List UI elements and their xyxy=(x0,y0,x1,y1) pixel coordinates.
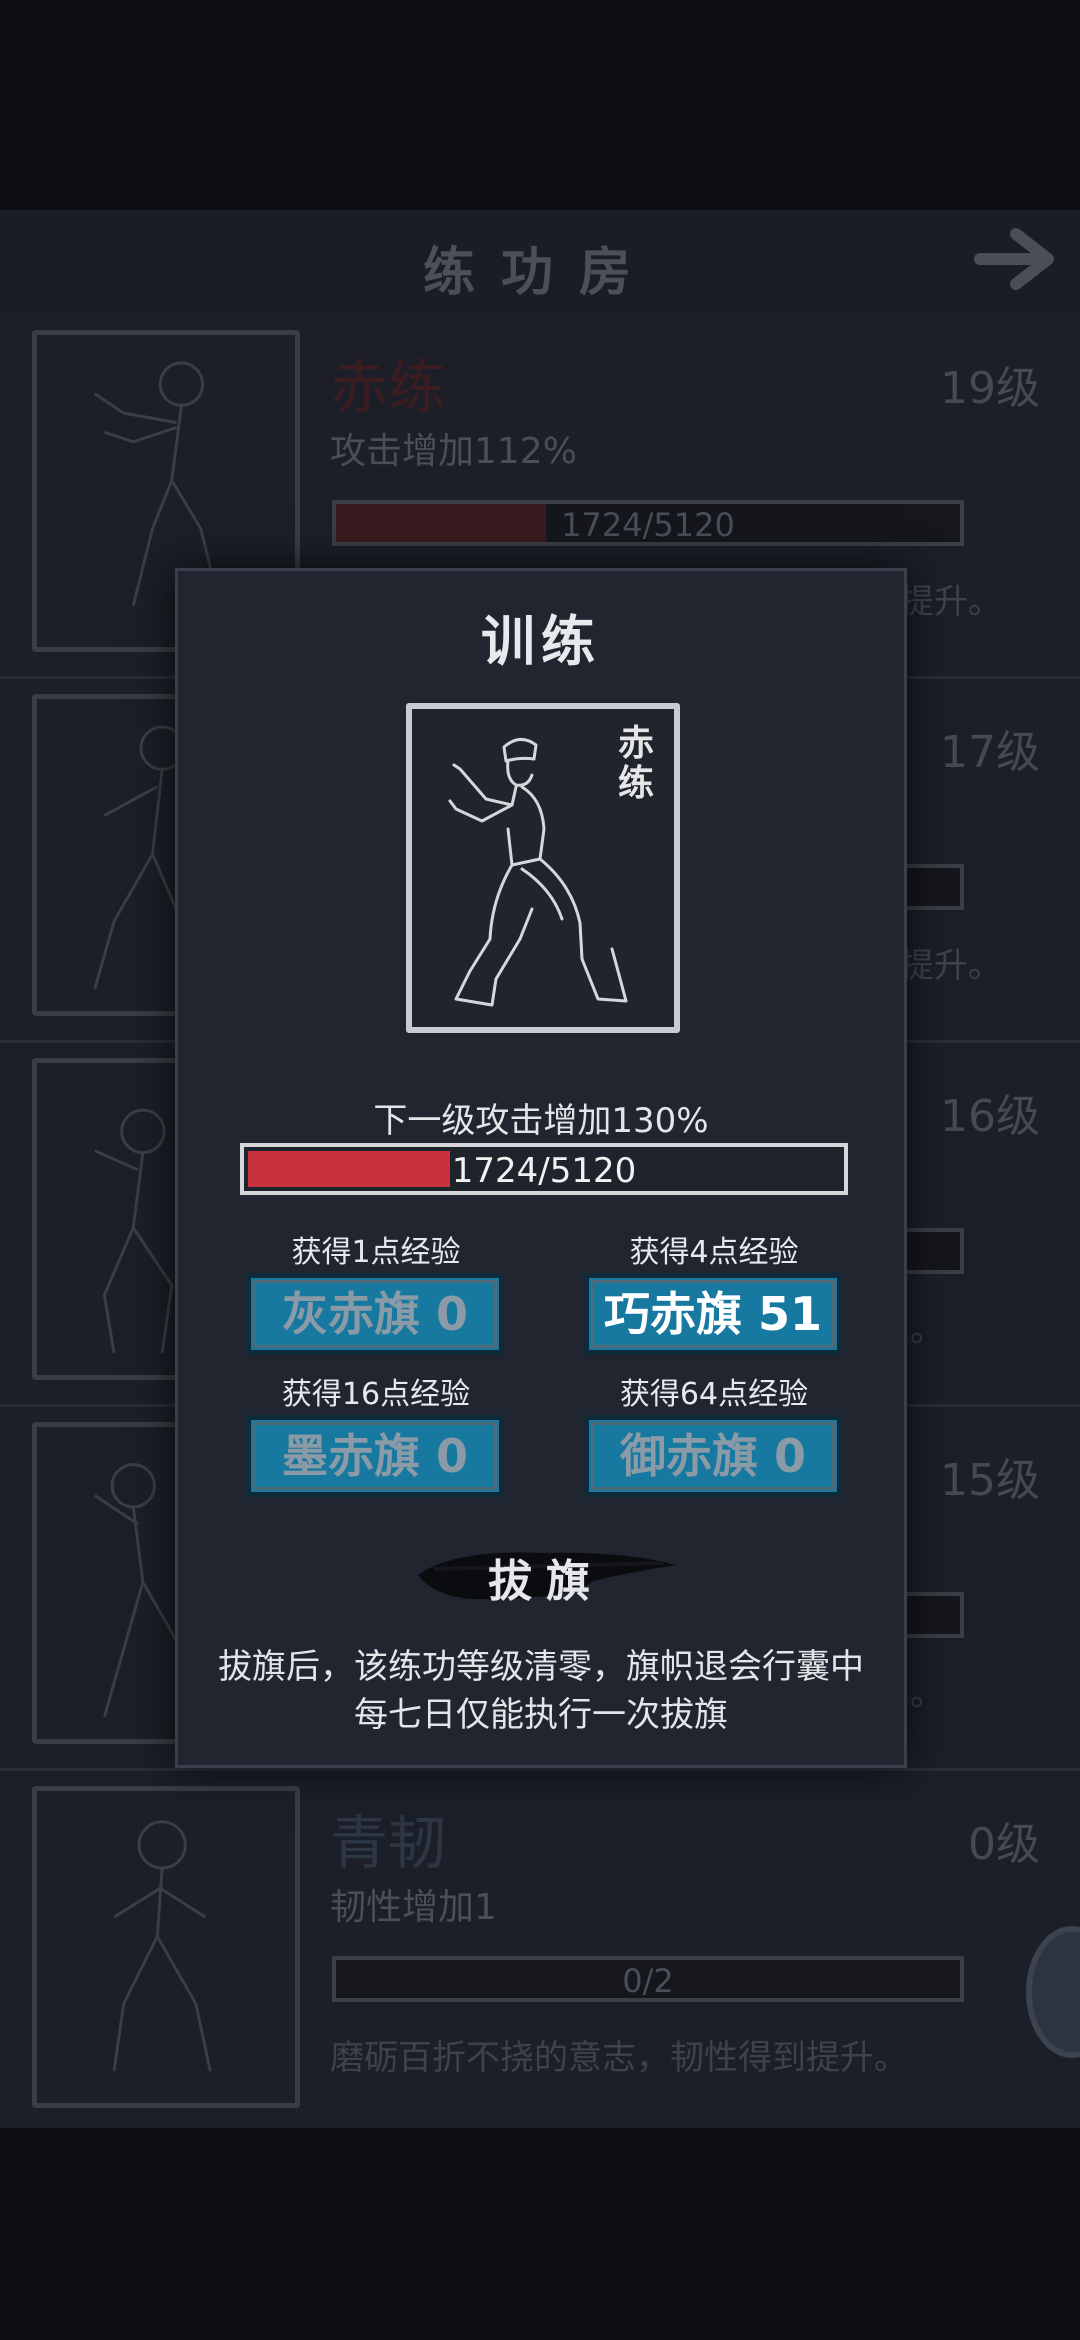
skill-item[interactable]: 青韧 0级 韧性增加1 0/2 磨砺百折不挠的意志，韧性得到提升。 xyxy=(0,1768,1080,2132)
skill-desc: 磨砺百折不挠的意志，韧性得到提升。 xyxy=(330,2038,908,2078)
experience-bar: 1724/5120 xyxy=(240,1143,848,1195)
pull-flag-note: 每七日仅能执行一次拔旗 xyxy=(354,1695,728,1735)
top-bar: 练功房 xyxy=(0,210,1080,312)
skill-progress-bar: 1724/5120 xyxy=(332,500,964,546)
experience-text: 1724/5120 xyxy=(451,1151,637,1191)
skill-progress-text: 0/2 xyxy=(622,1962,674,2000)
pull-flag-button[interactable]: 拔旗 xyxy=(414,1535,678,1611)
skill-level: 19级 xyxy=(940,363,1040,414)
flag-exp-label: 获得16点经验 xyxy=(281,1377,471,1412)
skill-effect: 攻击增加112% xyxy=(330,431,577,472)
skill-flag-button[interactable]: 巧赤旗 51 xyxy=(584,1273,842,1355)
flag-exp-label: 获得64点经验 xyxy=(619,1377,809,1412)
pull-flag-note: 拔旗后，该练功等级清零，旗帜退会行囊中 xyxy=(218,1647,864,1687)
page-title: 练功房 xyxy=(422,242,657,303)
skill-desc: 。 xyxy=(910,1674,944,1714)
training-dialog: 训练 赤练 下一级攻击增加130% 1724/5120 获得1点经验 获得4点经… xyxy=(175,568,907,1768)
skill-desc: 提升。 xyxy=(900,582,1002,622)
arrow-right-icon[interactable] xyxy=(974,224,1060,294)
skill-level: 15级 xyxy=(940,1455,1040,1506)
skill-card-name: 赤练 xyxy=(617,722,654,804)
skill-desc: 。 xyxy=(910,1310,944,1350)
skill-effect: 韧性增加1 xyxy=(330,1887,497,1928)
skill-name: 赤练 xyxy=(330,353,447,421)
skill-desc: 提升。 xyxy=(900,946,1002,986)
pull-flag-notes: 拔旗后，该练功等级清零，旗帜退会行囊中 每七日仅能执行一次拔旗 xyxy=(178,1643,904,1739)
dialog-title: 训练 xyxy=(481,609,601,673)
next-level-bonus: 下一级攻击增加130% xyxy=(373,1101,709,1141)
skill-progress-bar: 0/2 xyxy=(332,1956,964,2002)
skill-progress-text: 1724/5120 xyxy=(561,506,735,544)
skill-level: 16级 xyxy=(940,1091,1040,1142)
skill-card: 赤练 xyxy=(406,703,680,1033)
pull-flag-label: 拔旗 xyxy=(488,1556,604,1607)
flag-exp-label: 获得1点经验 xyxy=(291,1235,461,1270)
gray-flag-button[interactable]: 灰赤旗 0 xyxy=(246,1273,504,1355)
skill-level: 0级 xyxy=(968,1819,1040,1870)
flag-exp-label: 获得4点经验 xyxy=(629,1235,799,1270)
skill-level: 17级 xyxy=(940,727,1040,778)
ink-flag-button[interactable]: 墨赤旗 0 xyxy=(246,1415,504,1497)
royal-flag-button[interactable]: 御赤旗 0 xyxy=(584,1415,842,1497)
skill-name: 青韧 xyxy=(330,1809,447,1877)
skill-portrait xyxy=(32,1786,300,2108)
